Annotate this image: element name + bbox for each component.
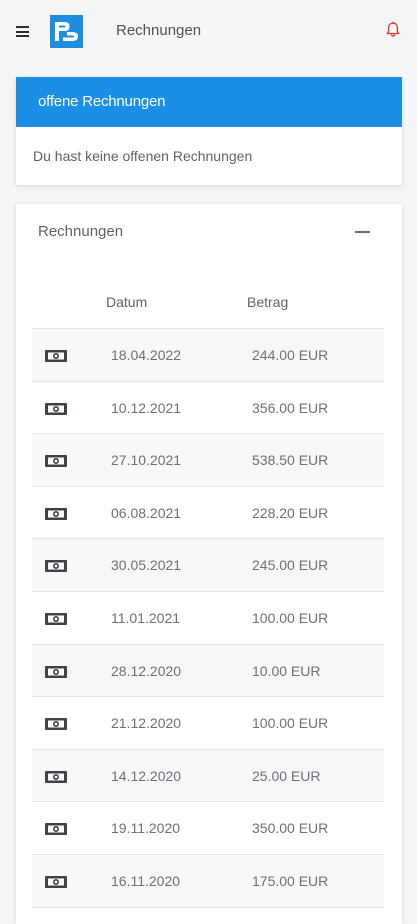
banknote-icon bbox=[45, 770, 67, 783]
table-body: 18.04.2022 244.00 EUR 10.12.2021 356.00 EUR… bbox=[32, 329, 384, 908]
table-row[interactable]: 19.11.2020 350.00 EUR bbox=[32, 802, 384, 855]
bell-icon[interactable] bbox=[385, 21, 401, 39]
banknote-icon bbox=[45, 717, 67, 731]
invoice-date: 27.10.2021 bbox=[111, 452, 182, 469]
invoice-amount: 356.00 EUR bbox=[252, 399, 329, 416]
invoice-amount: 538.50 EUR bbox=[252, 452, 329, 469]
invoice-date: 18.04.2022 bbox=[111, 347, 182, 363]
column-header-date: Datum bbox=[106, 294, 148, 310]
table-row[interactable]: 27.10.2021 538.50 EUR bbox=[32, 434, 384, 487]
invoice-date: 14.12.2020 bbox=[111, 767, 182, 784]
invoice-amount: 228.20 EUR bbox=[252, 504, 329, 521]
banknote-icon bbox=[45, 822, 67, 836]
invoice-amount: 100.00 EUR bbox=[252, 609, 329, 626]
invoice-date: 11.01.2021 bbox=[111, 609, 181, 626]
invoice-amount: 10.00 EUR bbox=[252, 662, 321, 679]
invoices-card: Rechnungen Datum Betrag 18.04.2022 244.00… bbox=[16, 204, 402, 924]
invoice-date: 30.05.2021 bbox=[111, 557, 182, 574]
table-header: Datum Betrag bbox=[32, 279, 384, 329]
invoice-amount: 100.00 EUR bbox=[252, 715, 329, 732]
banknote-icon bbox=[45, 665, 67, 678]
invoice-amount: 244.00 EUR bbox=[252, 347, 329, 363]
invoice-date: 28.12.2020 bbox=[111, 662, 182, 679]
banknote-icon bbox=[45, 559, 67, 573]
banknote-icon bbox=[45, 349, 67, 362]
banknote-icon bbox=[45, 612, 67, 625]
table-row[interactable]: 18.04.2022 244.00 EUR bbox=[32, 329, 384, 382]
invoice-date: 21.12.2020 bbox=[111, 715, 182, 732]
invoice-amount: 350.00 EUR bbox=[252, 820, 329, 837]
banknote-icon bbox=[45, 454, 67, 468]
invoice-amount: 25.00 EUR bbox=[252, 767, 321, 784]
table-row[interactable]: 30.05.2021 245.00 EUR bbox=[32, 539, 384, 592]
banknote-icon bbox=[45, 875, 67, 888]
page-title: Rechnungen bbox=[116, 22, 202, 39]
invoice-amount: 245.00 EUR bbox=[252, 557, 329, 574]
open-invoices-heading: offene Rechnungen bbox=[16, 77, 402, 127]
banknote-icon bbox=[45, 402, 67, 415]
invoices-table: Datum Betrag 18.04.2022 244.00 EUR 10.12.2… bbox=[32, 279, 384, 908]
top-bar: Rechnungen bbox=[0, 0, 417, 62]
invoice-date: 16.11.2020 bbox=[111, 872, 181, 889]
table-row[interactable]: 06.08.2021 228.20 EUR bbox=[32, 486, 384, 540]
table-row[interactable]: 10.12.2021 356.00 EUR bbox=[32, 381, 384, 435]
open-invoices-message: Du hast keine offenen Rechnungen bbox=[33, 148, 253, 164]
minus-icon[interactable] bbox=[355, 231, 370, 233]
banknote-icon bbox=[45, 507, 67, 520]
hamburger-menu-icon[interactable] bbox=[16, 26, 29, 37]
open-invoices-card: offene Rechnungen Du hast keine offenen … bbox=[16, 77, 402, 185]
invoice-date: 10.12.2021 bbox=[111, 399, 182, 416]
table-row[interactable]: 28.12.2020 10.00 EUR bbox=[32, 644, 384, 698]
table-row[interactable]: 14.12.2020 25.00 EUR bbox=[32, 749, 384, 803]
invoice-date: 19.11.2020 bbox=[111, 820, 181, 837]
table-row[interactable]: 11.01.2021 100.00 EUR bbox=[32, 591, 384, 645]
invoice-date: 06.08.2021 bbox=[111, 504, 182, 521]
logo[interactable] bbox=[50, 15, 83, 48]
invoice-amount: 175.00 EUR bbox=[252, 872, 329, 889]
invoices-title: Rechnungen bbox=[38, 223, 124, 240]
column-header-amount: Betrag bbox=[247, 294, 289, 310]
logo-mark bbox=[50, 15, 83, 48]
table-row[interactable]: 21.12.2020 100.00 EUR bbox=[32, 697, 384, 750]
